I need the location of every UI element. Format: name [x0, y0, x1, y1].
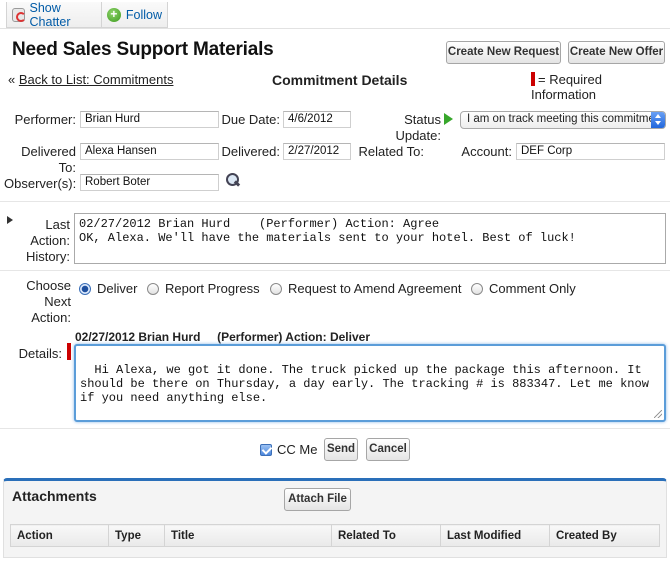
- breadcrumb: « Back to List: Commitments: [8, 72, 173, 87]
- show-chatter-label: Show Chatter: [29, 0, 71, 29]
- select-arrows-icon: [651, 112, 665, 128]
- performer-field[interactable]: Brian Hurd: [80, 111, 219, 128]
- send-button[interactable]: Send: [324, 438, 358, 461]
- required-legend: = Required Information: [531, 72, 641, 102]
- chatter-icon: [12, 7, 26, 22]
- radio-deliver[interactable]: Deliver: [79, 281, 137, 296]
- last-action-history-label: Last Action: History:: [25, 217, 70, 264]
- divider: [0, 28, 670, 29]
- radio-report-progress[interactable]: Report Progress: [147, 281, 260, 296]
- radio-label: Report Progress: [165, 281, 260, 296]
- follow-label: Follow: [125, 7, 162, 22]
- cc-me-label: CC Me: [277, 442, 318, 457]
- create-new-offer-button[interactable]: Create New Offer: [568, 41, 665, 64]
- lookup-icon[interactable]: [225, 173, 239, 187]
- column-header[interactable]: Type: [108, 524, 165, 547]
- plus-icon: +: [106, 7, 121, 22]
- back-to-list-link[interactable]: Back to List: Commitments: [19, 72, 174, 87]
- details-label: Details:: [18, 346, 62, 361]
- column-header[interactable]: Last Modified: [440, 524, 550, 547]
- required-marker: [67, 343, 71, 360]
- table-header-row: Action Type Title Related To Last Modifi…: [10, 524, 660, 547]
- radio-icon: [471, 282, 483, 295]
- cancel-button[interactable]: Cancel: [366, 438, 410, 461]
- account-field[interactable]: DEF Corp: [516, 143, 665, 160]
- radio-selected-icon: [79, 282, 91, 295]
- section-title: Commitment Details: [272, 72, 408, 88]
- status-arrow-icon: [444, 113, 453, 125]
- observers-field[interactable]: Robert Boter: [80, 174, 219, 191]
- radio-label: Comment Only: [489, 281, 576, 296]
- column-header[interactable]: Action: [10, 524, 109, 547]
- due-date-label: Due Date:: [221, 112, 280, 127]
- checkbox-checked-icon: [260, 443, 272, 456]
- status-update-label: Status Update:: [395, 112, 441, 143]
- chatter-bar: Show Chatter + Follow: [6, 0, 168, 29]
- divider: [0, 270, 670, 271]
- column-header[interactable]: Related To: [331, 524, 441, 547]
- follow-button[interactable]: + Follow: [100, 2, 167, 27]
- radio-comment-only[interactable]: Comment Only: [471, 281, 576, 296]
- status-update-value: I am on track meeting this commitme: [467, 113, 655, 125]
- delivered-to-field[interactable]: Alexa Hansen: [80, 143, 219, 160]
- resize-grip-icon[interactable]: [654, 410, 662, 418]
- required-note: = Required Information: [531, 72, 602, 102]
- details-heading: 02/27/2012 Brian Hurd (Performer) Action…: [75, 330, 370, 344]
- back-prefix: «: [8, 72, 16, 87]
- divider: [0, 428, 670, 429]
- page-title: Need Sales Support Materials: [12, 39, 274, 60]
- performer-label: Performer:: [14, 112, 76, 127]
- expand-icon[interactable]: [7, 216, 13, 224]
- attach-file-button[interactable]: Attach File: [284, 488, 351, 511]
- attachments-table: Action Type Title Related To Last Modifi…: [10, 524, 660, 547]
- observers-label: Observer(s):: [4, 176, 77, 191]
- delivered-to-label: Delivered To:: [21, 144, 76, 175]
- status-update-select[interactable]: I am on track meeting this commitme: [460, 111, 666, 129]
- account-label: Account:: [461, 144, 512, 159]
- delivered-field[interactable]: 2/27/2012: [283, 143, 351, 160]
- history-textarea[interactable]: 02/27/2012 Brian Hurd (Performer) Action…: [74, 213, 666, 264]
- radio-icon: [270, 282, 282, 295]
- required-marker: [531, 72, 535, 86]
- related-to-label: Related To:: [358, 144, 424, 159]
- radio-icon: [147, 282, 159, 295]
- column-header[interactable]: Title: [164, 524, 332, 547]
- create-new-request-button[interactable]: Create New Request: [446, 41, 561, 64]
- delivered-label: Delivered:: [221, 144, 280, 159]
- column-header[interactable]: Created By: [549, 524, 660, 547]
- attachments-title: Attachments: [12, 488, 97, 504]
- radio-request-amend[interactable]: Request to Amend Agreement: [270, 281, 461, 296]
- show-chatter-button[interactable]: Show Chatter: [7, 0, 101, 29]
- details-textarea[interactable]: Hi Alexa, we got it done. The truck pick…: [74, 344, 666, 422]
- radio-label: Deliver: [97, 281, 138, 296]
- due-date-field[interactable]: 4/6/2012: [283, 111, 351, 128]
- choose-next-action-label: Choose Next Action:: [26, 278, 71, 325]
- details-text: Hi Alexa, we got it done. The truck pick…: [80, 363, 657, 405]
- cc-me-checkbox[interactable]: CC Me: [260, 442, 317, 457]
- divider: [0, 201, 670, 202]
- radio-label: Request to Amend Agreement: [288, 281, 462, 296]
